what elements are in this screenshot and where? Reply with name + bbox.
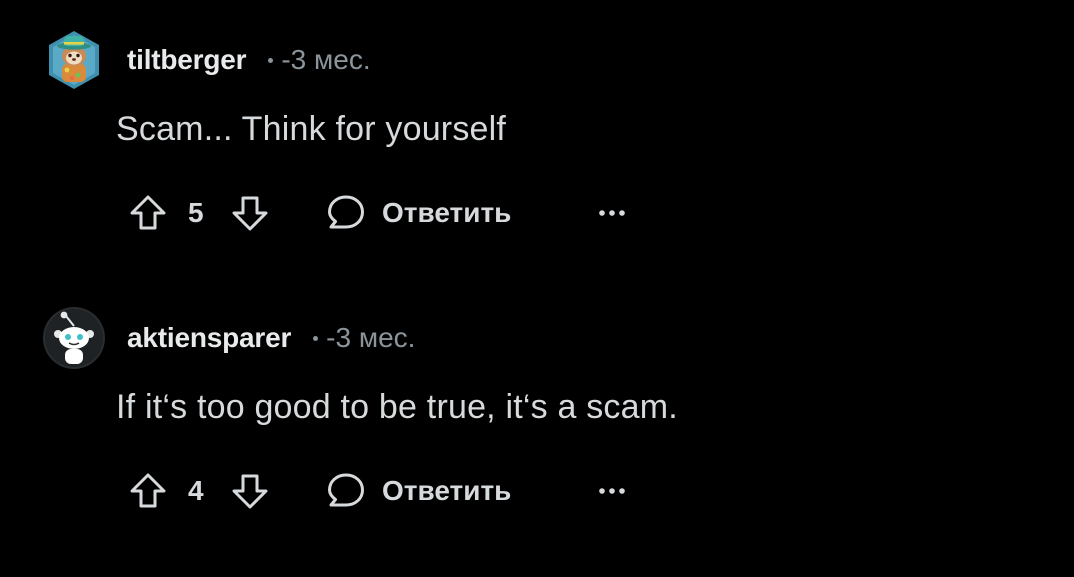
vote-count: 5 <box>188 197 204 228</box>
upvote-button[interactable] <box>126 190 170 236</box>
downvote-arrow-icon <box>232 474 268 509</box>
reply-label: Ответить <box>382 475 512 506</box>
downvote-button[interactable] <box>228 468 272 514</box>
comment-body: Scam... Think for yourself <box>116 110 507 148</box>
downvote-button[interactable] <box>228 190 272 236</box>
comment-body: If it‘s too good to be true, it‘s a scam… <box>116 388 678 426</box>
comment-actions: 5 Ответить <box>126 190 646 236</box>
reply-button[interactable]: Ответить <box>326 190 511 236</box>
reply-label: Ответить <box>382 197 512 228</box>
timestamp: -3 мес. <box>281 44 371 75</box>
more-options-button[interactable] <box>594 190 630 236</box>
snoo-default-avatar-icon <box>43 307 105 369</box>
reply-button[interactable]: Ответить <box>326 468 511 514</box>
username[interactable]: tiltberger <box>127 44 247 76</box>
downvote-arrow-icon <box>232 196 268 231</box>
separator-dot <box>268 57 274 63</box>
comment-bubble-icon <box>328 473 364 507</box>
upvote-arrow-icon <box>130 195 166 230</box>
comment-actions: 4 Ответить <box>126 468 646 514</box>
upvote-button[interactable] <box>126 468 170 514</box>
user-avatar[interactable] <box>42 28 106 92</box>
more-options-button[interactable] <box>594 468 630 514</box>
username[interactable]: aktiensparer <box>127 322 291 354</box>
comment-meta: tiltberger -3 мес. <box>127 42 371 78</box>
timestamp: -3 мес. <box>326 322 416 353</box>
more-dots-icon <box>599 488 625 494</box>
user-avatar[interactable] <box>42 306 106 370</box>
upvote-arrow-icon <box>130 473 166 508</box>
snoo-avatar-hat-icon <box>49 31 99 89</box>
separator-dot <box>313 335 319 341</box>
more-dots-icon <box>599 210 625 216</box>
vote-count: 4 <box>188 475 204 506</box>
comment-bubble-icon <box>328 195 364 229</box>
comment-meta: aktiensparer -3 мес. <box>127 320 415 356</box>
